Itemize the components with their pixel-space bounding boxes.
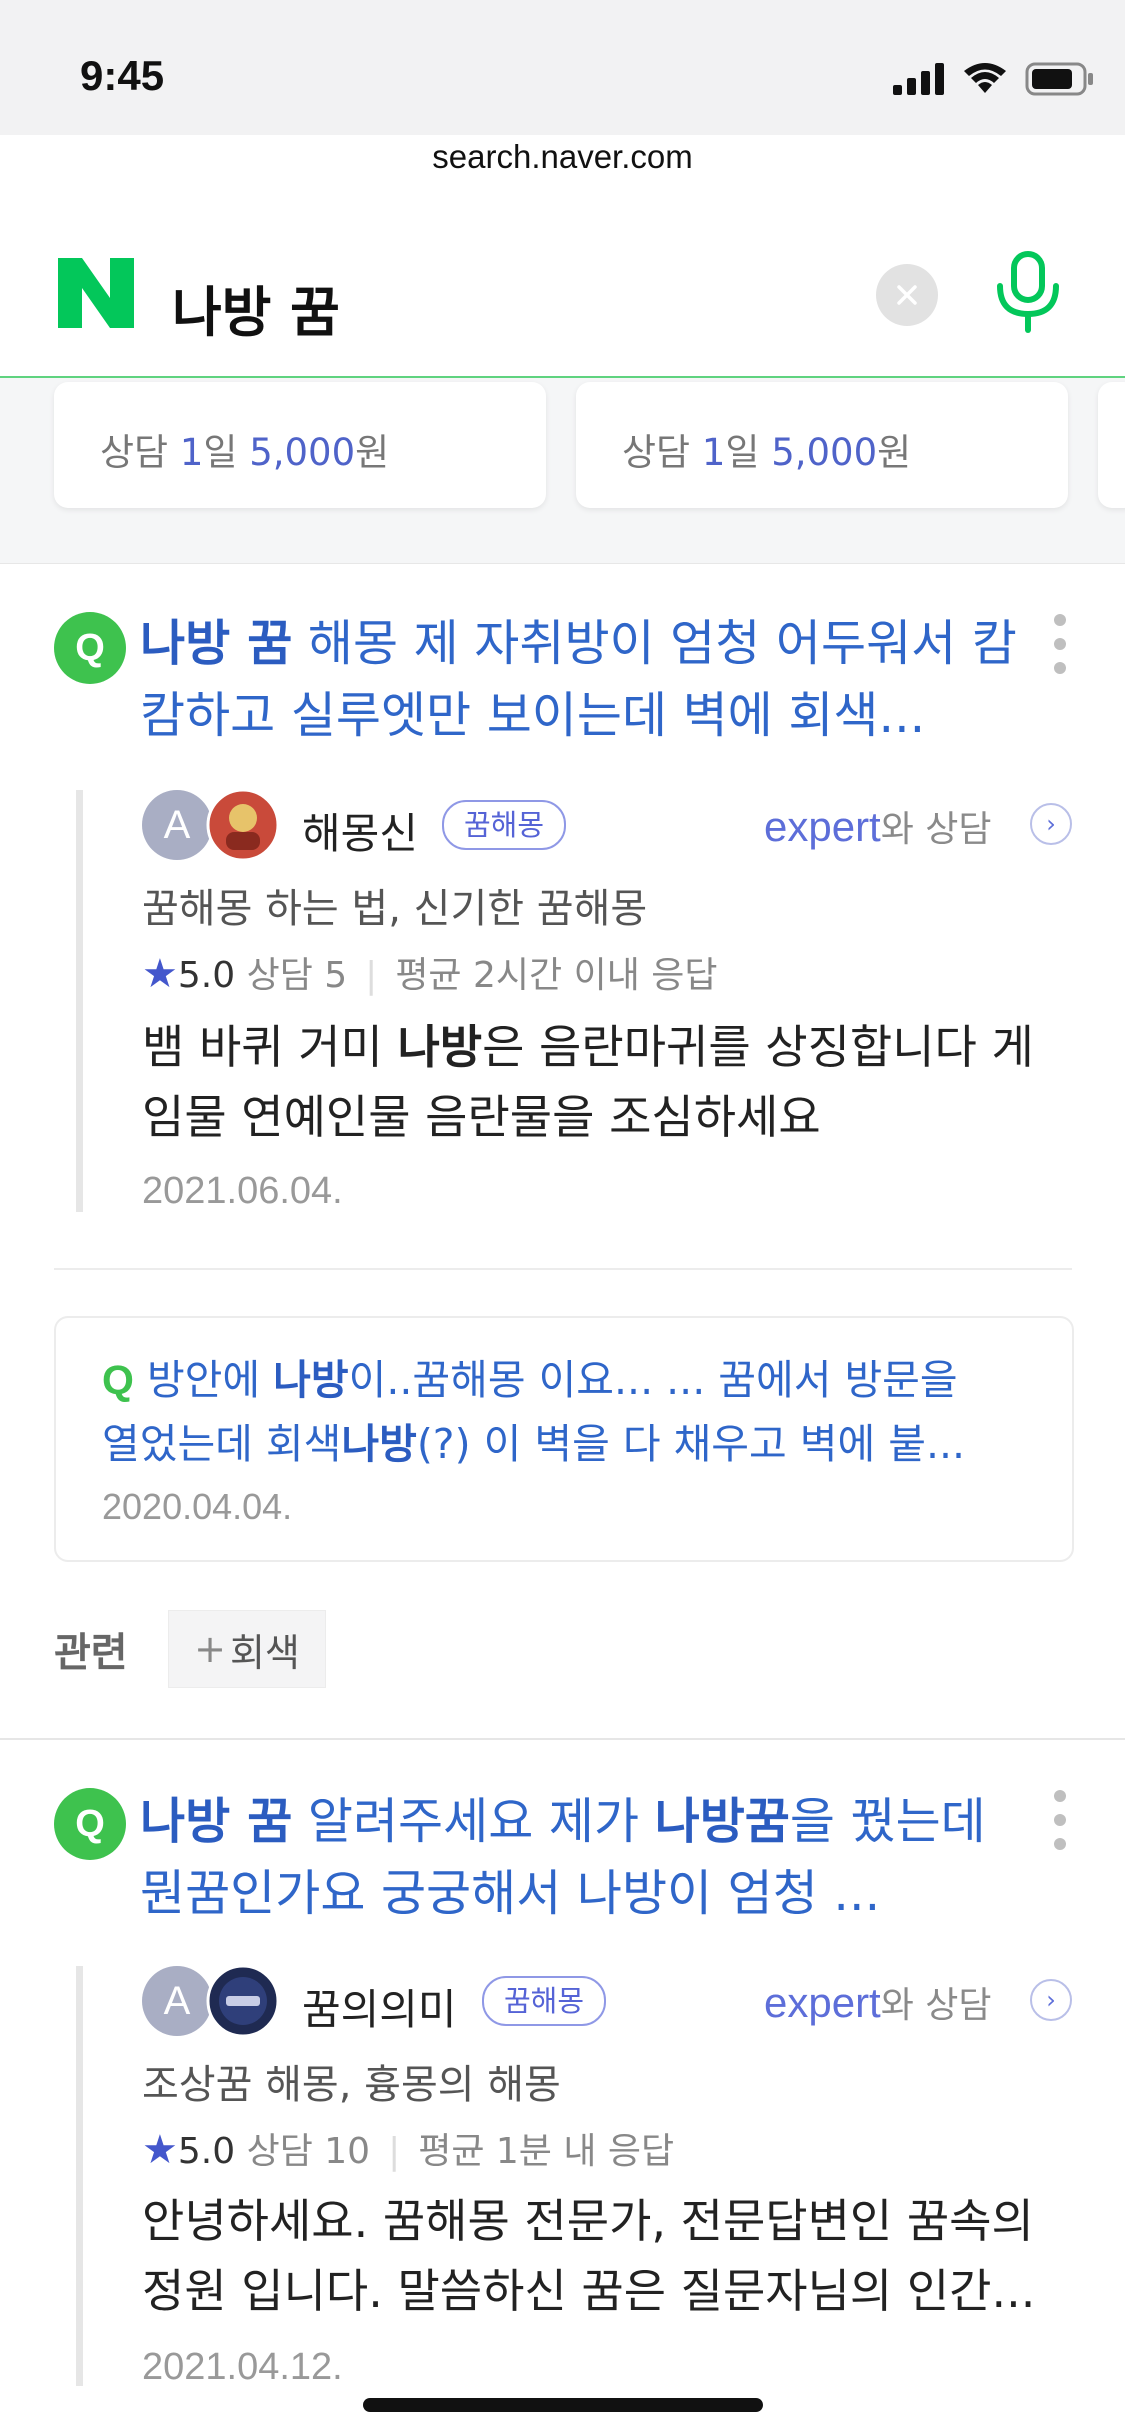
signal-icon <box>893 63 944 95</box>
expert-avatar[interactable] <box>206 788 280 862</box>
related-question-date: 2020.04.04. <box>102 1486 293 1527</box>
status-bar: 9:45 search.naver.com <box>0 0 1125 175</box>
clear-icon <box>897 285 917 305</box>
mic-icon[interactable] <box>990 250 1066 334</box>
consult-card[interactable]: 상담 1일 5,000원 <box>54 382 546 508</box>
answer-snippet[interactable]: 안녕하세요. 꿈해몽 전문가, 전문답변인 꿈속의 정원 입니다. 말씀하신 꿈… <box>142 2186 1072 2326</box>
related-question-line2: 열었는데 회색나방(?) 이 벽을 다 채우고 벽에 붙... <box>102 1420 966 1468</box>
consult-card[interactable]: 상담 1일 5,000원 <box>576 382 1068 508</box>
more-icon[interactable] <box>1054 614 1070 686</box>
answer-bar <box>76 1966 83 2386</box>
avatar: A <box>142 790 212 860</box>
url-text[interactable]: search.naver.com <box>0 138 1125 176</box>
clear-button[interactable] <box>876 264 938 326</box>
expert-description: 꿈해몽 하는 법, 신기한 꿈해몽 <box>142 886 648 932</box>
section-divider <box>0 1738 1125 1740</box>
result-title[interactable]: 나방 꿈 해몽 제 자취방이 엄청 어두워서 캄캄하고 실루엣만 보이는데 벽에… <box>140 608 1020 752</box>
expert-name[interactable]: 꿈의의미 <box>302 1976 457 2037</box>
status-icons <box>893 62 1095 96</box>
more-icon[interactable] <box>1054 1790 1070 1862</box>
expert-name[interactable]: 해몽신 <box>302 800 418 861</box>
result-title[interactable]: 나방 꿈 알려주세요 제가 나방꿈을 꿨는데 뭔꿈인가요 궁궁해서 나방이 엄청… <box>140 1786 1020 1930</box>
related-keyword-chip[interactable]: + 회색 <box>168 1610 326 1688</box>
star-icon: ★ <box>142 951 178 997</box>
rating-row: ★5.0 상담 5 | 평균 2시간 이내 응답 <box>142 951 718 997</box>
search-input[interactable]: 나방 꿈 <box>172 268 340 347</box>
category-tag[interactable]: 꿈해몽 <box>482 1976 607 2026</box>
q-badge: Q <box>54 1788 126 1860</box>
avatar: A <box>142 1966 212 2036</box>
wifi-icon <box>964 63 1006 93</box>
star-icon: ★ <box>142 2127 178 2173</box>
consult-price: 상담 1일 5,000원 <box>622 431 912 474</box>
expert-consult-link[interactable]: expert와 상담 <box>764 800 992 852</box>
battery-icon <box>1025 62 1093 96</box>
home-indicator <box>363 2398 763 2412</box>
arrow-right-icon[interactable]: › <box>1030 1979 1072 2021</box>
consult-card-partial[interactable] <box>1098 382 1125 508</box>
answer-snippet[interactable]: 뱀 바퀴 거미 나방은 음란마귀를 상징합니다 게임물 연예인물 음란물을 조심… <box>142 1012 1072 1152</box>
clock: 9:45 <box>80 52 165 99</box>
related-question-line1: Q 방안에 나방이..꿈해몽 이요... ... 꿈에서 방문을 <box>102 1356 958 1404</box>
rating-row: ★5.0 상담 10 | 평균 1분 내 응답 <box>142 2127 675 2173</box>
expert-description: 조상꿈 해몽, 흉몽의 해몽 <box>142 2062 561 2108</box>
answer-date: 2021.06.04. <box>142 1170 343 1212</box>
related-question-box[interactable]: Q 방안에 나방이..꿈해몽 이요... ... 꿈에서 방문을 열었는데 회색… <box>54 1316 1074 1562</box>
q-badge: Q <box>54 612 126 684</box>
expert-consult-link[interactable]: expert와 상담 <box>764 1976 992 2028</box>
answer-bar <box>76 790 83 1212</box>
related-label: 관련 <box>54 1630 128 1676</box>
arrow-right-icon[interactable]: › <box>1030 803 1072 845</box>
answer-date: 2021.04.12. <box>142 2346 343 2388</box>
expert-avatar[interactable] <box>206 1964 280 2038</box>
search-bar: 나방 꿈 <box>0 208 1125 379</box>
naver-logo[interactable] <box>58 258 134 328</box>
divider <box>54 1268 1072 1270</box>
category-tag[interactable]: 꿈해몽 <box>442 800 567 850</box>
consult-price: 상담 1일 5,000원 <box>100 431 390 474</box>
